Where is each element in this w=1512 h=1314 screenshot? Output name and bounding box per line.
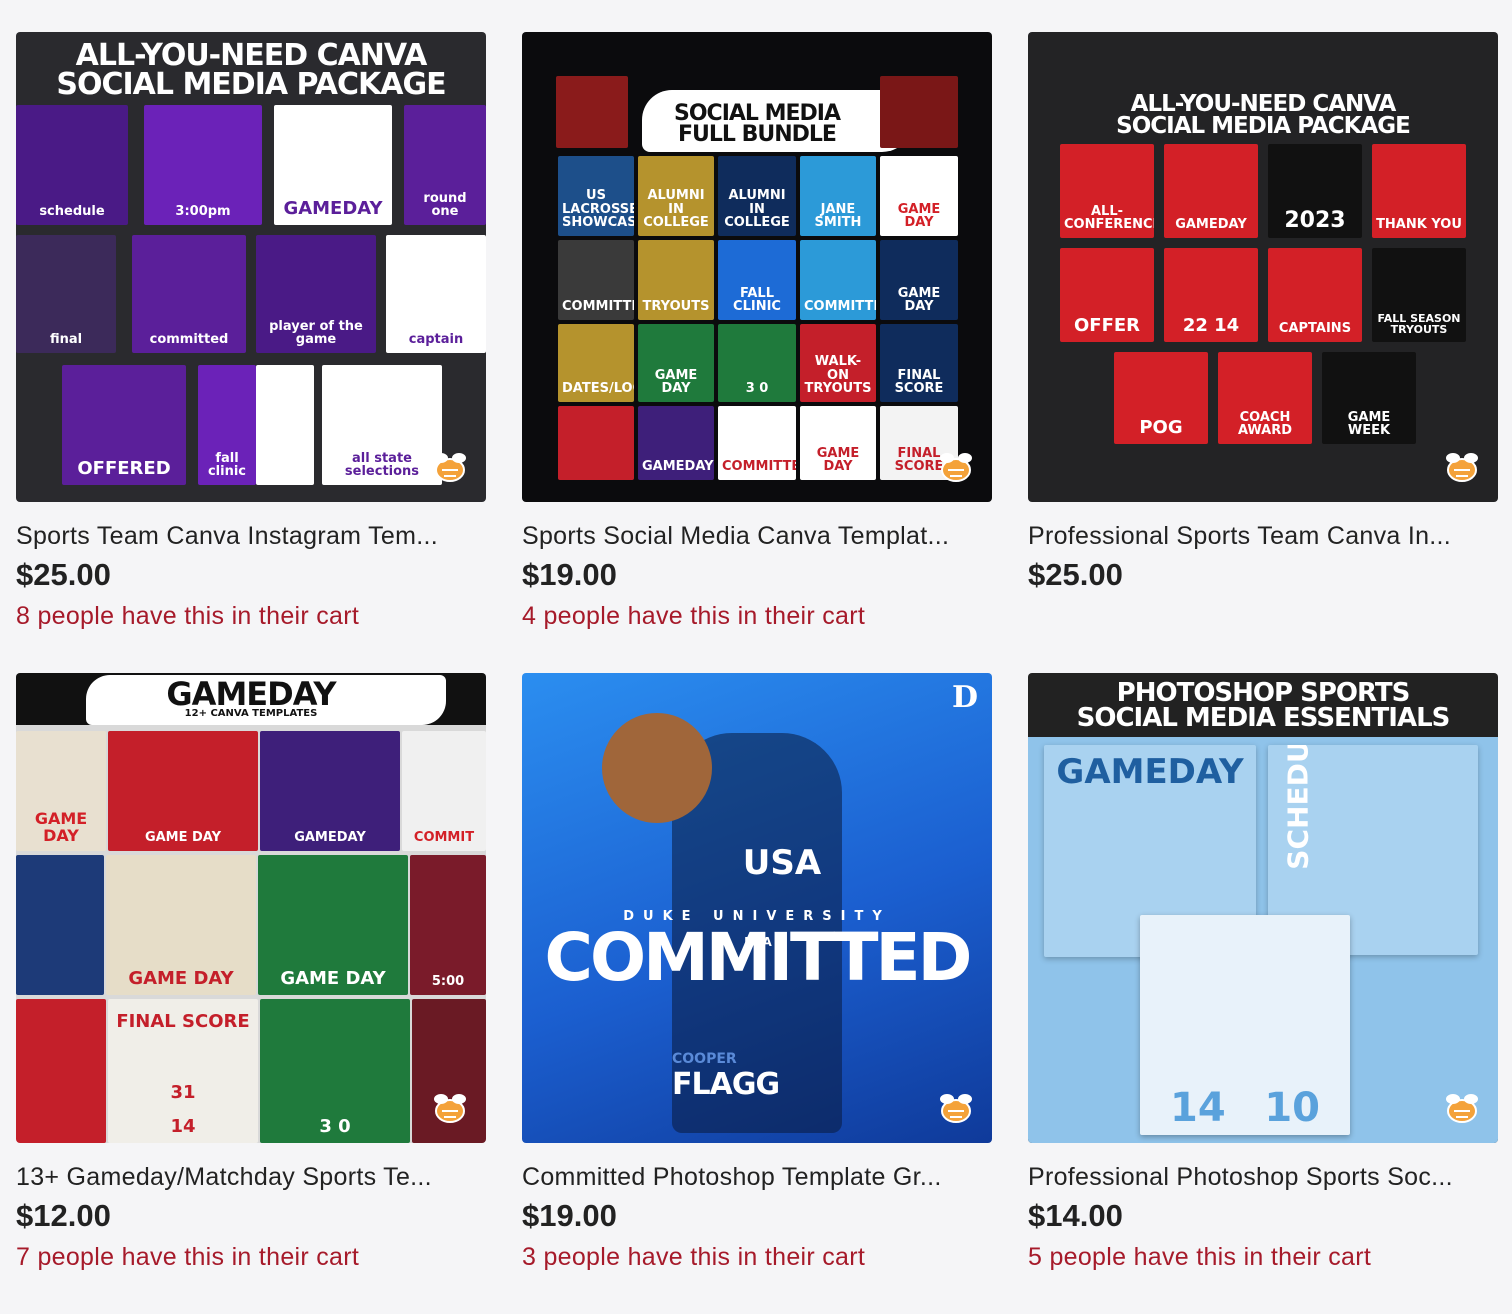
cart-note: 3 people have this in their cart [522, 1243, 866, 1271]
bee-logo-icon [434, 1094, 466, 1123]
product-card[interactable]: SOCIAL MEDIA FULL BUNDLE US LACROSSE SHO… [522, 32, 992, 673]
product-card[interactable]: PHOTOSHOP SPORTS SOCIAL MEDIA ESSENTIALS… [1028, 673, 1498, 1314]
cart-note: 8 people have this in their cart [16, 602, 360, 630]
bee-logo-icon [1446, 1094, 1478, 1123]
product-title[interactable]: 13+ Gameday/Matchday Sports Te... [16, 1162, 486, 1192]
product-card[interactable]: D DUKE UNIVERSITY COMMITTED USA USA COOP… [522, 673, 992, 1314]
bee-logo-icon [940, 1094, 972, 1123]
product-thumbnail[interactable]: PHOTOSHOP SPORTS SOCIAL MEDIA ESSENTIALS… [1028, 673, 1498, 1143]
product-price: $14.00 [1028, 1198, 1123, 1233]
duke-logo-icon: D [951, 680, 978, 715]
cart-note: 5 people have this in their cart [1028, 1243, 1372, 1271]
bee-logo-icon [940, 453, 972, 482]
bee-logo-icon [1446, 453, 1478, 482]
product-thumbnail[interactable]: SOCIAL MEDIA FULL BUNDLE US LACROSSE SHO… [522, 32, 992, 502]
product-title[interactable]: Sports Team Canva Instagram Tem... [16, 521, 486, 551]
product-title[interactable]: Committed Photoshop Template Gr... [522, 1162, 992, 1192]
product-title[interactable]: Sports Social Media Canva Templat... [522, 521, 992, 551]
product-card[interactable]: GAMEDAY 12+ CANVA TEMPLATES GAME DAY GAM… [16, 673, 486, 1314]
product-price: $12.00 [16, 1198, 111, 1233]
product-price: $19.00 [522, 557, 617, 592]
product-price: $25.00 [1028, 557, 1123, 592]
product-thumbnail[interactable]: GAMEDAY 12+ CANVA TEMPLATES GAME DAY GAM… [16, 673, 486, 1143]
cart-note: 4 people have this in their cart [522, 602, 866, 630]
bee-logo-icon [434, 453, 466, 482]
product-card[interactable]: ALL-YOU-NEED CANVA SOCIAL MEDIA PACKAGE … [1028, 32, 1498, 673]
product-grid: ALL-YOU-NEED CANVA SOCIAL MEDIA PACKAGE … [16, 32, 1498, 1314]
product-title[interactable]: Professional Sports Team Canva In... [1028, 521, 1498, 551]
product-thumbnail[interactable]: ALL-YOU-NEED CANVA SOCIAL MEDIA PACKAGE … [1028, 32, 1498, 502]
product-thumbnail[interactable]: ALL-YOU-NEED CANVA SOCIAL MEDIA PACKAGE … [16, 32, 486, 502]
product-title[interactable]: Professional Photoshop Sports Soc... [1028, 1162, 1498, 1192]
product-card[interactable]: ALL-YOU-NEED CANVA SOCIAL MEDIA PACKAGE … [16, 32, 486, 673]
cart-note: 7 people have this in their cart [16, 1243, 360, 1271]
thumbnail-heading: DUKE UNIVERSITY COMMITTED [544, 909, 973, 997]
product-thumbnail[interactable]: D DUKE UNIVERSITY COMMITTED USA USA COOP… [522, 673, 992, 1143]
thumbnail-heading: ALL-YOU-NEED CANVA SOCIAL MEDIA PACKAGE [56, 38, 446, 102]
thumbnail-heading: PHOTOSHOP SPORTS SOCIAL MEDIA ESSENTIALS [1076, 678, 1451, 733]
product-price: $19.00 [522, 1198, 617, 1233]
thumbnail-heading: GAMEDAY 12+ CANVA TEMPLATES [166, 675, 336, 720]
product-price: $25.00 [16, 557, 111, 592]
thumbnail-heading: ALL-YOU-NEED CANVA SOCIAL MEDIA PACKAGE [1116, 91, 1411, 139]
